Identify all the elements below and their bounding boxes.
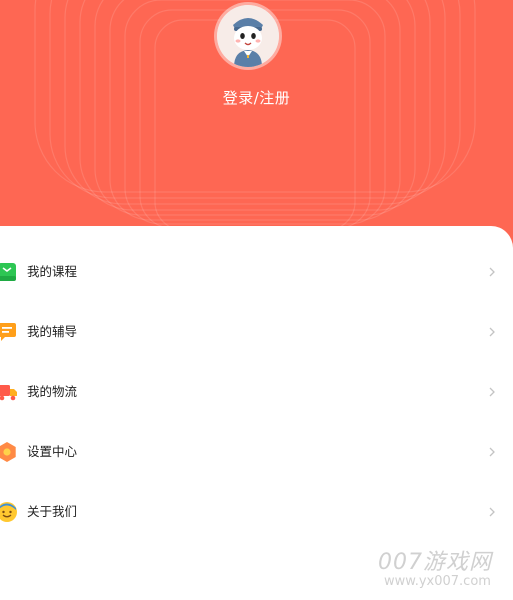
chevron-right-icon [487,444,497,458]
book-icon [0,261,18,283]
smiley-icon [0,501,18,523]
chat-bubble-icon [0,321,18,343]
chevron-right-icon [487,504,497,518]
menu-item-about-us[interactable]: 关于我们 [0,484,513,544]
menu-item-label: 我的辅导 [27,324,78,339]
menu-item-tutoring[interactable]: 我的辅导 [0,304,513,364]
mascot-avatar-icon [217,5,279,67]
watermark-url: www.yx007.com [384,574,491,589]
menu-item-label: 我的课程 [27,264,78,279]
menu-item-logistics[interactable]: 我的物流 [0,364,513,424]
watermark: 007游戏网 www.yx007.com [378,544,510,596]
gear-icon [0,441,18,463]
menu-item-label: 关于我们 [27,504,78,519]
login-register-link[interactable]: 登录/注册 [0,87,513,108]
chevron-right-icon [487,384,497,398]
avatar[interactable] [217,5,279,67]
profile-header: 登录/注册 [0,0,513,260]
menu-item-label: 我的物流 [27,384,78,399]
menu-item-label: 设置中心 [27,444,78,459]
profile-screen: 登录/注册 我的课程 我的辅导 我的物流 设置中心 关于我们 007游戏网 ww… [0,0,513,600]
chevron-right-icon [487,264,497,278]
menu-item-settings[interactable]: 设置中心 [0,424,513,484]
menu-item-courses[interactable]: 我的课程 [0,244,513,304]
chevron-right-icon [487,324,497,338]
watermark-brand: 007游戏网 [378,550,492,575]
truck-icon [0,381,18,403]
